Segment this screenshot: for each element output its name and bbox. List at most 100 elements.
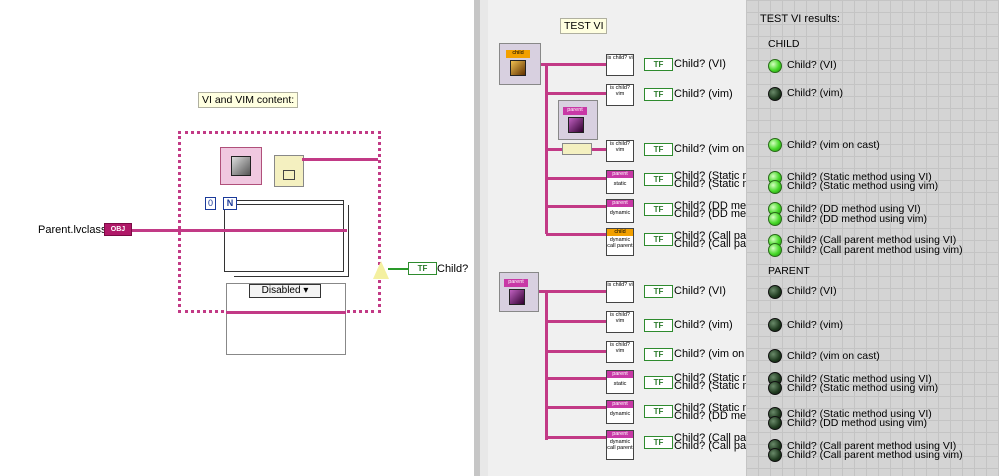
static-text: static (607, 181, 633, 187)
tf-indicator[interactable]: TF (644, 348, 673, 361)
led-label: Child? (DD method using vim) (787, 213, 928, 225)
wire-row-2 (546, 92, 607, 95)
main-wire (132, 229, 347, 232)
indicator-label: Child? (Call pare (674, 440, 756, 452)
dynamic-call-parent-text: dynamic call parent (607, 237, 633, 249)
child-tag-call: child (607, 229, 633, 236)
results-front-panel: TEST VI results: CHILD Child? (VI) Child… (746, 0, 999, 476)
tf-indicator[interactable]: TF (644, 436, 673, 449)
wire-row-4 (546, 177, 607, 180)
disabled-case-selector[interactable]: Disabled ▾ (249, 284, 321, 298)
wire-row-9 (546, 350, 607, 353)
static-method-node[interactable]: parent static (606, 170, 634, 194)
is-child-vi-node-b[interactable]: is child? vi (606, 281, 634, 303)
type-cast-node-icon[interactable] (274, 155, 304, 187)
led-label: Child? (Call parent method using vim) (787, 244, 963, 256)
bottom-wire (226, 311, 346, 314)
tf-indicator[interactable]: TF (644, 203, 673, 216)
led-indicator[interactable] (768, 285, 782, 299)
parent-tag-static-b: parent (607, 371, 633, 378)
tf-indicator[interactable]: TF (644, 173, 673, 186)
cast-node[interactable] (562, 143, 592, 155)
parent-lvclass-label: Parent.lvclass (38, 224, 107, 236)
child-cube-icon (510, 60, 526, 76)
led-indicator[interactable] (768, 381, 782, 395)
wire-row-6 (546, 233, 607, 236)
dynamic-method-node-b[interactable]: parent dynamic (606, 400, 634, 424)
wire-row-8 (546, 320, 607, 323)
parent-tag: parent (563, 107, 587, 115)
wire-row-12 (546, 436, 607, 439)
diagram-frame (224, 204, 344, 272)
panel-gap (480, 0, 488, 476)
tf-indicator[interactable]: TF (644, 319, 673, 332)
tf-indicator[interactable]: TF (644, 285, 673, 298)
n-terminal[interactable]: N (223, 197, 237, 210)
led-indicator[interactable] (768, 87, 782, 101)
led-label: Child? (Call parent method using vim) (787, 449, 963, 461)
tf-indicator[interactable]: TF (644, 143, 673, 156)
child-indicator-terminal[interactable]: TF (408, 262, 437, 275)
wire-row-1 (541, 63, 607, 66)
indicator-label: Child? (vim on c (674, 348, 753, 360)
parent-tag-dynamic: parent (607, 200, 633, 207)
wire-row-11 (546, 406, 607, 409)
results-title: TEST VI results: (760, 13, 840, 25)
bool-wire (388, 268, 410, 270)
is-child-vim-node-2[interactable]: is child? vim (606, 140, 634, 162)
tf-indicator[interactable]: TF (644, 405, 673, 418)
led-indicator[interactable] (768, 448, 782, 462)
child-section-header: CHILD (768, 38, 800, 50)
vi-vim-content-label: VI and VIM content: (198, 92, 299, 108)
is-child-vim-node-b[interactable]: is child? vim (606, 311, 634, 333)
tf-indicator[interactable]: TF (644, 88, 673, 101)
is-child-vi-node[interactable]: is child? vi (606, 54, 634, 76)
led-indicator[interactable] (768, 212, 782, 226)
parent-tag-lower: parent (504, 279, 528, 287)
tf-indicator[interactable]: TF (644, 376, 673, 389)
led-indicator[interactable] (768, 59, 782, 73)
indicator-label: Child? (DD meth (674, 208, 756, 220)
led-indicator[interactable] (768, 318, 782, 332)
led-indicator[interactable] (768, 138, 782, 152)
led-indicator[interactable] (768, 180, 782, 194)
tf-indicator[interactable]: TF (644, 58, 673, 71)
indicator-label: Child? (vim) (674, 88, 733, 100)
zero-constant[interactable]: 0 (205, 197, 216, 210)
indicator-label: Child? (DD meth (674, 410, 756, 422)
led-indicator[interactable] (768, 243, 782, 257)
call-parent-node[interactable]: child dynamic call parent (606, 228, 634, 256)
is-child-vim-node[interactable]: is child? vim (606, 84, 634, 106)
call-parent-node-b[interactable]: parent dynamic call parent (606, 430, 634, 460)
led-label: Child? (vim on cast) (787, 350, 880, 362)
obj-terminal[interactable]: OBJ (104, 223, 132, 236)
not-equal-node[interactable] (373, 261, 389, 279)
parent-tag-static: parent (607, 171, 633, 178)
test-vi-title: TEST VI (560, 18, 608, 34)
class-constant-icon[interactable] (220, 147, 262, 185)
led-indicator[interactable] (768, 416, 782, 430)
led-label: Child? (DD method using vim) (787, 417, 928, 429)
led-label: Child? (Static method using vim) (787, 180, 939, 192)
trunk-wire-bottom (545, 290, 548, 440)
dynamic-text-b: dynamic (607, 411, 633, 417)
child-class-constant[interactable]: child (499, 43, 541, 85)
led-label: Child? (VI) (787, 285, 837, 297)
dynamic-method-node[interactable]: parent dynamic (606, 199, 634, 223)
dynamic-text: dynamic (607, 210, 633, 216)
led-indicator[interactable] (768, 349, 782, 363)
indicator-label: Child? (VI) (674, 58, 726, 70)
wire-row-10 (546, 377, 607, 380)
child-tag: child (506, 50, 530, 58)
is-child-vim-node-b2[interactable]: is child? vim (606, 341, 634, 363)
parent-class-constant[interactable]: parent (499, 272, 539, 312)
top-wire (302, 158, 378, 161)
static-method-node-b[interactable]: parent static (606, 370, 634, 394)
indicator-label: Child? (vim on c (674, 143, 753, 155)
tf-indicator[interactable]: TF (644, 233, 673, 246)
wire-row-5 (546, 205, 607, 208)
parent-class-constant-inner[interactable]: parent (558, 100, 598, 140)
block-diagram-left: VI and VIM content: 0 N Disabled ▾ Paren… (0, 0, 474, 476)
led-label: Child? (vim on cast) (787, 139, 880, 151)
led-label: Child? (VI) (787, 59, 837, 71)
